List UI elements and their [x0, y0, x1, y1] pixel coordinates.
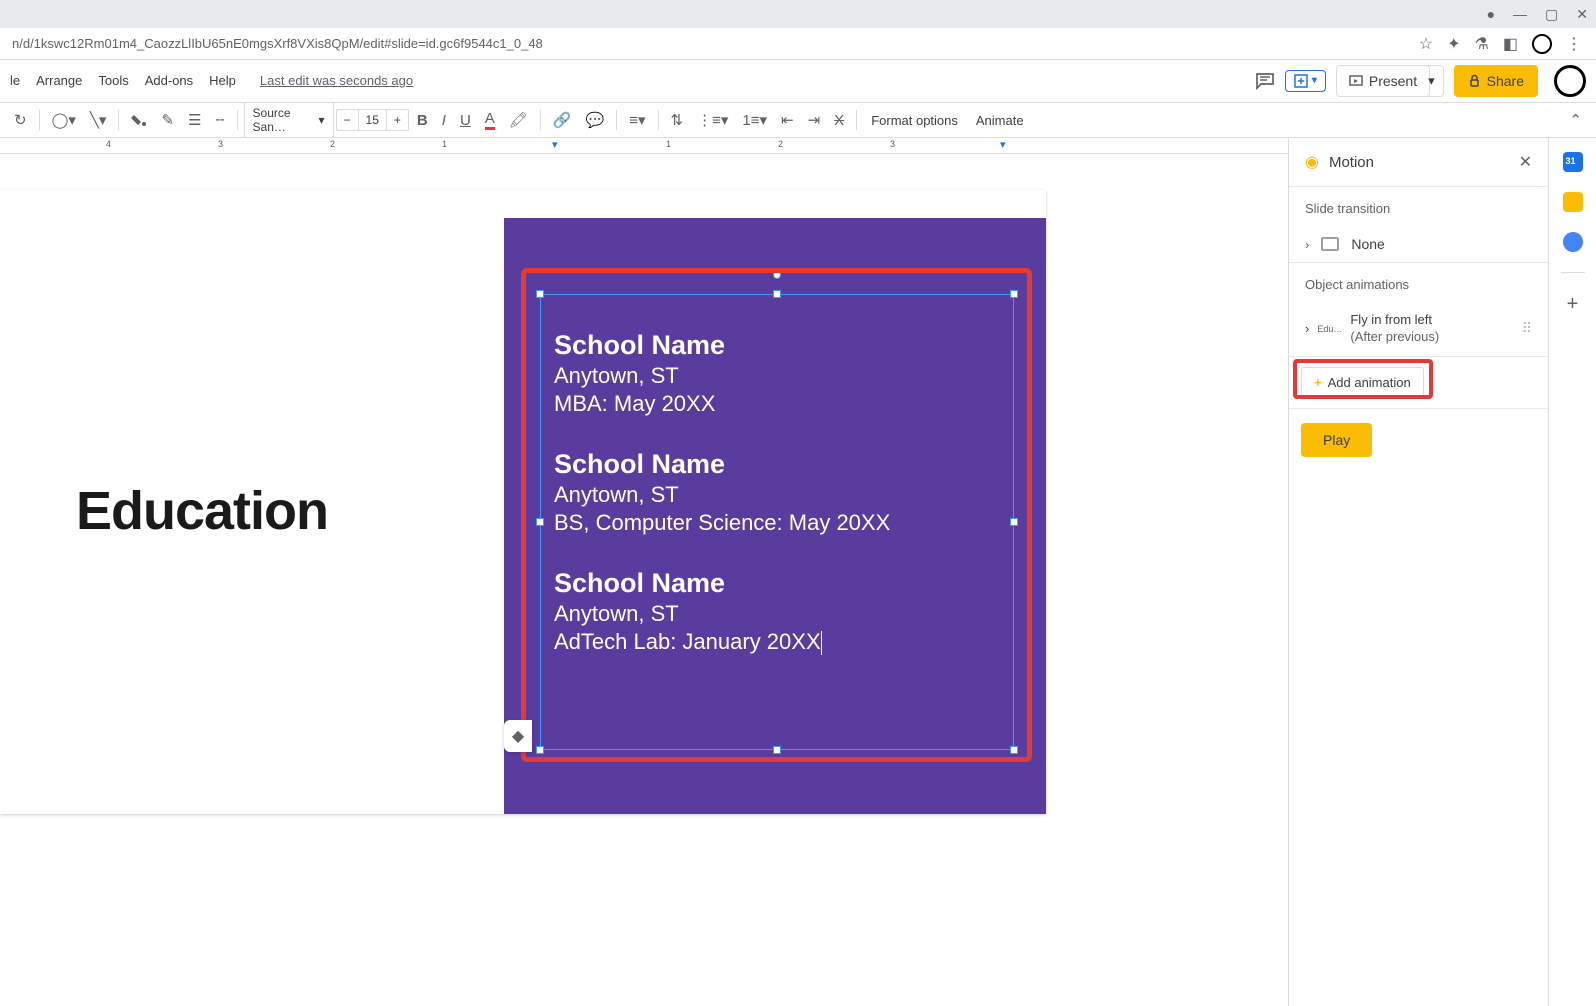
- font-select[interactable]: Source San…▾: [244, 102, 334, 138]
- collapse-toolbar-icon[interactable]: ⌃: [1563, 107, 1588, 133]
- present-dropdown[interactable]: ▾: [1420, 65, 1444, 97]
- kebab-menu-icon[interactable]: ⋮: [1566, 34, 1582, 54]
- address-bar: n/d/1kswc12Rm01m4_CaozzLlIbU65nE0mgsXrf8…: [0, 28, 1596, 60]
- comments-icon[interactable]: [1255, 72, 1275, 90]
- italic-icon[interactable]: I: [436, 108, 452, 133]
- slide-transition-label: Slide transition: [1289, 187, 1548, 226]
- panel-icon[interactable]: ◧: [1503, 34, 1518, 54]
- close-panel-icon[interactable]: ✕: [1519, 152, 1532, 172]
- font-size-control[interactable]: − 15 +: [336, 109, 409, 131]
- tab-close-icon[interactable]: ●: [1487, 6, 1495, 22]
- slide-icon: [1321, 237, 1339, 251]
- align-icon[interactable]: ≡▾: [623, 107, 651, 133]
- motion-panel: ◉ Motion ✕ Slide transition › None Objec…: [1288, 138, 1548, 1006]
- play-button[interactable]: Play: [1301, 423, 1372, 457]
- plus-icon: +: [1314, 375, 1322, 390]
- share-button[interactable]: Share: [1454, 65, 1538, 97]
- resize-handle[interactable]: [536, 290, 544, 298]
- explore-tab-icon[interactable]: ◆: [504, 720, 532, 752]
- animation-row[interactable]: › Edu… Fly in from left (After previous)…: [1289, 302, 1548, 357]
- shape-icon[interactable]: ◯▾: [46, 107, 82, 133]
- tasks-icon[interactable]: [1563, 232, 1583, 252]
- keep-icon[interactable]: [1563, 192, 1583, 212]
- redo-icon[interactable]: ↻: [8, 107, 33, 133]
- star-icon[interactable]: ☆: [1419, 34, 1433, 54]
- slide-canvas[interactable]: Education School Name Anytown, ST MBA: M…: [0, 190, 1046, 814]
- maximize-icon[interactable]: ▢: [1545, 6, 1558, 23]
- comment-icon[interactable]: 💬: [580, 107, 611, 133]
- font-size-value[interactable]: 15: [358, 110, 387, 130]
- menu-tools[interactable]: Tools: [98, 73, 128, 88]
- link-icon[interactable]: 🔗: [547, 107, 578, 133]
- line-icon[interactable]: ╲▾: [84, 107, 113, 133]
- new-slide-button[interactable]: ▾: [1285, 70, 1326, 92]
- share-label: Share: [1487, 73, 1524, 89]
- resize-handle[interactable]: [773, 746, 781, 754]
- size-increase[interactable]: +: [387, 110, 408, 130]
- format-options-button[interactable]: Format options: [863, 113, 966, 128]
- clear-format-icon[interactable]: X: [828, 108, 850, 133]
- present-label: Present: [1369, 73, 1417, 89]
- slide-title[interactable]: Education: [76, 480, 328, 542]
- side-panel: +: [1548, 138, 1596, 1006]
- border-weight-icon[interactable]: ☰: [182, 107, 207, 133]
- transition-row[interactable]: › None: [1289, 226, 1548, 263]
- text-color-icon[interactable]: A: [479, 106, 501, 134]
- url-text[interactable]: n/d/1kswc12Rm01m4_CaozzLlIbU65nE0mgsXrf8…: [8, 36, 1419, 51]
- menu-bar: le Arrange Tools Add-ons Help Last edit …: [0, 60, 1596, 102]
- object-animations-label: Object animations: [1289, 263, 1548, 302]
- canvas-area: 4 3 2 1 ▾ 1 2 3 ▾ Education School Name …: [0, 138, 1288, 1006]
- chevron-right-icon: ›: [1305, 237, 1309, 252]
- border-color-icon[interactable]: ✎: [155, 107, 180, 133]
- resize-handle[interactable]: [536, 518, 544, 526]
- line-spacing-icon[interactable]: ⇅: [665, 107, 690, 133]
- indent-decrease-icon[interactable]: ⇤: [775, 107, 800, 133]
- resize-handle[interactable]: [536, 746, 544, 754]
- minimize-icon[interactable]: —: [1513, 6, 1527, 22]
- calendar-icon[interactable]: [1563, 152, 1583, 172]
- motion-title: Motion: [1329, 154, 1509, 171]
- add-addon-icon[interactable]: +: [1567, 293, 1579, 316]
- highlight-icon[interactable]: 🖍: [503, 107, 534, 133]
- bullet-list-icon[interactable]: ⋮≡▾: [691, 107, 734, 133]
- menu-arrange[interactable]: Arrange: [36, 73, 82, 88]
- indent-increase-icon[interactable]: ⇥: [802, 107, 827, 133]
- fill-icon[interactable]: [125, 108, 153, 132]
- add-animation-button[interactable]: + Add animation: [1301, 367, 1424, 398]
- ruler-marker-right[interactable]: ▾: [1000, 138, 1006, 151]
- close-icon[interactable]: ✕: [1576, 6, 1588, 23]
- menu-addons[interactable]: Add-ons: [145, 73, 193, 88]
- window-titlebar: ● — ▢ ✕: [0, 0, 1596, 28]
- border-dash-icon[interactable]: ╌: [210, 107, 231, 133]
- underline-icon[interactable]: U: [454, 108, 477, 133]
- labs-icon[interactable]: ⚗: [1475, 34, 1489, 54]
- resize-handle[interactable]: [1010, 518, 1018, 526]
- rotate-handle[interactable]: [773, 271, 781, 279]
- bold-icon[interactable]: B: [411, 108, 434, 133]
- toolbar: ↻ ◯▾ ╲▾ ✎ ☰ ╌ Source San…▾ − 15 + B I U …: [0, 102, 1596, 138]
- resize-handle[interactable]: [1010, 746, 1018, 754]
- size-decrease[interactable]: −: [337, 110, 358, 130]
- present-button[interactable]: Present: [1336, 65, 1430, 97]
- drag-handle-icon[interactable]: ⠿: [1522, 320, 1534, 337]
- profile-icon[interactable]: [1532, 34, 1552, 54]
- resize-handle[interactable]: [1010, 290, 1018, 298]
- horizontal-ruler: 4 3 2 1 ▾ 1 2 3 ▾: [0, 138, 1288, 154]
- last-edit-link[interactable]: Last edit was seconds ago: [260, 73, 413, 88]
- menu-help[interactable]: Help: [209, 73, 236, 88]
- extensions-icon[interactable]: ✦: [1447, 34, 1460, 54]
- resize-handle[interactable]: [773, 290, 781, 298]
- number-list-icon[interactable]: 1≡▾: [736, 107, 773, 133]
- selection-box[interactable]: [540, 294, 1014, 750]
- menu-file[interactable]: le: [10, 73, 20, 88]
- ruler-marker-left[interactable]: ▾: [552, 138, 558, 151]
- chevron-right-icon: ›: [1305, 321, 1309, 336]
- animate-button[interactable]: Animate: [968, 113, 1032, 128]
- motion-icon: ◉: [1305, 152, 1319, 172]
- account-avatar[interactable]: [1554, 65, 1586, 97]
